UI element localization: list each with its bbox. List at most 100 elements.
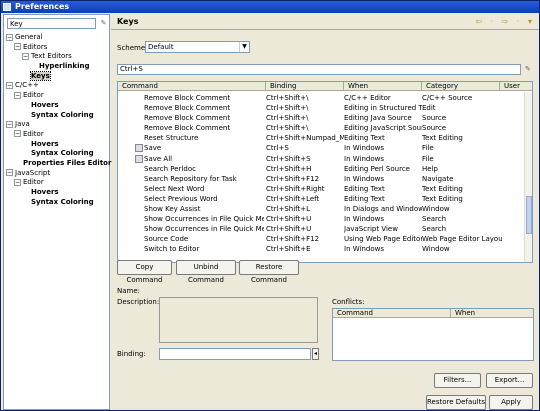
cell-command: Source Code (144, 235, 189, 244)
cell-binding: Ctrl+Shift+F12 (266, 174, 320, 183)
conflicts-column-when[interactable]: When (451, 309, 533, 318)
cell-when: Editing Text (344, 194, 385, 203)
tree-item-label: Editors (23, 42, 48, 51)
tree-item[interactable]: Syntax Coloring (6, 111, 110, 121)
tree-item[interactable]: − Text Editors (6, 52, 110, 62)
tree-item[interactable]: − JavaScript (6, 169, 110, 179)
scheme-select[interactable]: Default ▼ (145, 41, 250, 53)
table-row[interactable]: Save All Ctrl+Shift+S In Windows File (118, 154, 526, 164)
table-row[interactable]: Show Occurrences in File Quick Menu Ctrl+… (118, 214, 526, 224)
cell-when: Editing Text (344, 184, 385, 193)
table-row[interactable]: Reset Structure Ctrl+Shift+Numpad_M... Edi… (118, 133, 526, 143)
table-row[interactable]: Save Ctrl+S In Windows File (118, 143, 526, 153)
tree-item-label: General (15, 33, 43, 41)
keys-filter-value: Ctrl+S (120, 65, 143, 73)
tree-item[interactable]: Hovers (6, 140, 110, 150)
column-command[interactable]: Command (118, 82, 266, 91)
collapse-toggle-icon[interactable]: − (22, 52, 29, 60)
cell-binding: Ctrl+Shift+E (266, 245, 311, 254)
cell-category: Search (422, 225, 447, 234)
tree-item[interactable]: Syntax Coloring (6, 149, 110, 159)
tree-item[interactable]: − Java (6, 120, 110, 130)
cell-when: C/C++ Editor (344, 94, 391, 102)
cell-command: Save (144, 144, 162, 153)
column-when[interactable]: When (344, 82, 422, 91)
collapse-toggle-icon[interactable]: − (6, 33, 13, 41)
unbind-command-button[interactable]: Unbind Command (176, 260, 236, 284)
table-row[interactable]: Source Code Ctrl+Shift+F12 Using Web Page … (118, 234, 526, 244)
tree-item[interactable]: Properties Files Editor (6, 159, 111, 169)
export-button[interactable]: Export... (486, 373, 533, 388)
cell-category: Text Editing (422, 194, 463, 203)
tree-item[interactable]: Keys (6, 70, 110, 82)
cell-command: Select Next Word (144, 184, 205, 193)
apply-button[interactable]: Apply (489, 395, 533, 410)
collapse-toggle-icon[interactable]: − (14, 130, 21, 138)
tree-item[interactable]: − Editor (6, 91, 110, 101)
table-row[interactable]: Select Previous Word Ctrl+Shift+Left Editi… (118, 194, 526, 204)
restore-command-button[interactable]: Restore Command (239, 260, 299, 284)
tree-filter-input[interactable] (7, 18, 96, 29)
column-category[interactable]: Category (422, 82, 500, 91)
table-row[interactable]: Remove Block Comment Ctrl+Shift+\ Editing … (118, 123, 526, 133)
save-icon (135, 154, 143, 163)
collapse-toggle-icon[interactable]: − (14, 178, 21, 186)
cell-category: C/C++ Source (422, 94, 473, 102)
tree-item[interactable]: − Editor (6, 130, 110, 140)
table-scrollbar[interactable] (524, 92, 532, 262)
tree-item-label: Editor (23, 178, 44, 187)
cell-when: Editing JavaScript Source (344, 124, 422, 133)
table-row[interactable]: Select Next Word Ctrl+Shift+Right Editing … (118, 184, 526, 194)
collapse-toggle-icon[interactable]: − (14, 43, 21, 51)
copy-command-button[interactable]: Copy Command (117, 260, 172, 284)
cell-binding: Ctrl+Shift+L (266, 205, 310, 214)
table-row[interactable]: Search Perldoc Ctrl+Shift+H Editing Perl S… (118, 164, 526, 174)
tree-item[interactable]: − C/C++ (6, 81, 110, 91)
cell-category: Web Page Editor Layout (422, 235, 502, 244)
clear-filter-icon[interactable]: ✎ (99, 19, 108, 28)
restore-defaults-button[interactable]: Restore Defaults (426, 395, 486, 410)
conflicts-header: Command When (333, 309, 533, 318)
scrollbar-thumb[interactable] (526, 196, 532, 234)
column-binding[interactable]: Binding (266, 82, 344, 91)
collapse-toggle-icon[interactable]: − (6, 81, 13, 89)
binding-menu-button[interactable]: ◂ (312, 348, 319, 360)
tree-item-label: Java (15, 120, 30, 129)
table-row[interactable]: Remove Block Comment Ctrl+Shift+\ Editing … (118, 113, 526, 123)
collapse-toggle-icon[interactable]: − (14, 91, 21, 99)
table-row[interactable]: Search Repository for Task Ctrl+Shift+F12… (118, 174, 526, 184)
column-user[interactable]: User (500, 82, 532, 91)
filters-button[interactable]: Filters... (434, 373, 481, 388)
cell-category: Text Editing (422, 184, 463, 193)
tree-item[interactable]: Syntax Coloring (6, 198, 110, 208)
table-row[interactable]: Show Occurrences in File Quick Menu Ctrl+… (118, 224, 526, 234)
cell-command: Show Key Assist (144, 205, 201, 214)
table-row[interactable]: Show Key Assist Ctrl+Shift+L In Dialogs an… (118, 204, 526, 214)
table-row[interactable]: Remove Block Comment Ctrl+Shift+\ C/C++ Ed… (118, 93, 526, 103)
chevron-down-icon[interactable]: ▼ (239, 42, 249, 52)
tree-item[interactable]: − General (6, 33, 110, 43)
clear-keys-filter-icon[interactable]: ✎ (525, 65, 531, 73)
table-row[interactable]: Switch to Editor Ctrl+Shift+E In Windows Wi… (118, 244, 526, 254)
binding-field[interactable] (159, 348, 311, 360)
page-title: Keys (117, 17, 139, 26)
conflicts-label: Conflicts: (332, 298, 365, 306)
tree-item[interactable]: − Editors (6, 43, 110, 53)
collapse-toggle-icon[interactable]: − (6, 120, 13, 128)
table-row[interactable]: Remove Block Comment Ctrl+Shift+\ Editing … (118, 103, 526, 113)
tree-item[interactable]: Hovers (6, 188, 110, 198)
tree-item[interactable]: Hovers (6, 101, 110, 111)
cell-command: Remove Block Comment (144, 114, 231, 123)
history-nav-icons[interactable]: ⇦ · ⇨ · ▾ (475, 17, 535, 26)
keys-filter-input[interactable]: Ctrl+S (117, 64, 521, 75)
cell-command: Remove Block Comment (144, 104, 231, 113)
cell-binding: Ctrl+Shift+Right (266, 184, 325, 193)
tree-item[interactable]: − Editor (6, 178, 110, 188)
preferences-tree-pane: ✎ −General−Editors−Text EditorsHyperlink… (3, 14, 111, 410)
collapse-toggle-icon[interactable]: − (6, 169, 13, 177)
title-divider (111, 29, 539, 30)
tree-item[interactable]: Hyperlinking (6, 62, 110, 72)
conflicts-column-command[interactable]: Command (333, 309, 451, 318)
keys-page: Keys ⇦ · ⇨ · ▾ Scheme: Default ▼ Ctrl+S … (111, 14, 539, 410)
cell-when: In Windows (344, 245, 384, 254)
